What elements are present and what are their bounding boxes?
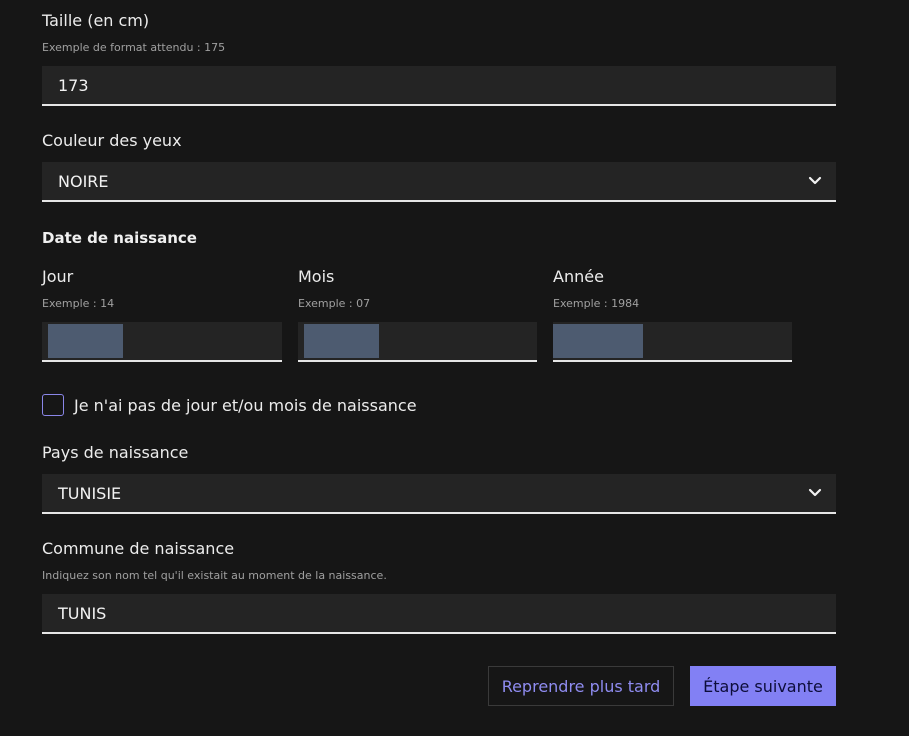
redacted-value: [553, 324, 643, 358]
redacted-value: [304, 324, 379, 358]
redacted-value: [48, 324, 123, 358]
birth-country-label: Pays de naissance: [42, 443, 189, 462]
no-day-month-label[interactable]: Je n'ai pas de jour et/ou mois de naissa…: [74, 396, 417, 416]
birth-date-title: Date de naissance: [42, 229, 197, 247]
birth-year-input[interactable]: [553, 322, 792, 362]
birth-country-value: TUNISIE: [58, 483, 122, 503]
eye-color-select[interactable]: NOIRE: [42, 162, 836, 202]
height-value: 173: [58, 75, 89, 95]
birth-month-label: Mois: [298, 267, 335, 286]
birth-city-value: TUNIS: [58, 603, 107, 623]
height-hint: Exemple de format attendu : 175: [42, 41, 226, 54]
birth-year-hint: Exemple : 1984: [553, 297, 640, 310]
birth-month-input[interactable]: [298, 322, 537, 362]
chevron-down-icon: [808, 488, 822, 497]
eye-color-value: NOIRE: [58, 171, 109, 191]
birth-country-select[interactable]: TUNISIE: [42, 474, 836, 514]
eye-color-label: Couleur des yeux: [42, 131, 182, 150]
birth-day-label: Jour: [42, 267, 74, 286]
chevron-down-icon: [808, 176, 822, 185]
birth-month-hint: Exemple : 07: [298, 297, 371, 310]
identity-form-page: Taille (en cm) Exemple de format attendu…: [0, 0, 909, 736]
resume-later-button[interactable]: Reprendre plus tard: [488, 666, 674, 706]
birth-day-hint: Exemple : 14: [42, 297, 115, 310]
height-label: Taille (en cm): [42, 11, 150, 30]
birth-city-hint: Indiquez son nom tel qu'il existait au m…: [42, 569, 387, 582]
no-day-month-checkbox[interactable]: [42, 394, 64, 416]
birth-city-input[interactable]: TUNIS: [42, 594, 836, 634]
birth-city-label: Commune de naissance: [42, 539, 235, 558]
next-step-button[interactable]: Étape suivante: [690, 666, 836, 706]
birth-year-label: Année: [553, 267, 604, 286]
birth-day-input[interactable]: [42, 322, 282, 362]
height-input[interactable]: 173: [42, 66, 836, 106]
